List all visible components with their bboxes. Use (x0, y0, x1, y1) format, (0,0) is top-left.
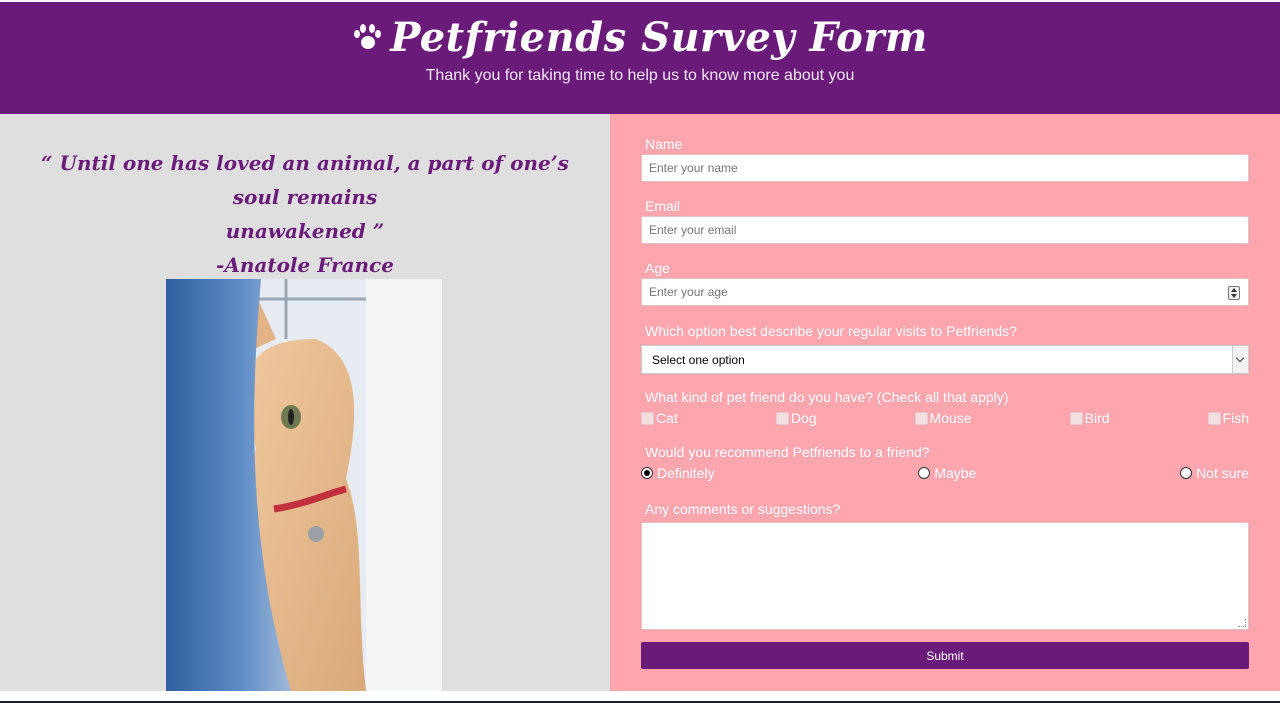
age-label: Age (645, 260, 670, 276)
name-label: Name (645, 136, 683, 152)
cat-photo (166, 279, 442, 691)
radio-button[interactable] (1180, 467, 1193, 479)
pets-label: What kind of pet friend do you have? (Ch… (645, 389, 1009, 405)
page-title: Petfriends Survey Form (390, 14, 928, 61)
checkbox[interactable] (1207, 411, 1221, 425)
checkbox[interactable] (775, 411, 789, 425)
recommend-option-not-sure[interactable]: Not sure (1180, 465, 1249, 481)
bottom-edge (0, 691, 1280, 703)
pet-option-fish[interactable]: Fish (1207, 410, 1249, 426)
age-stepper[interactable] (1228, 286, 1240, 300)
chevron-down-icon[interactable] (1232, 346, 1248, 373)
checkbox[interactable] (1069, 411, 1083, 425)
quote-author: -Anatole France (216, 253, 394, 277)
radio-button[interactable] (918, 467, 931, 479)
visits-select[interactable]: Select one option (641, 345, 1249, 374)
recommend-option-maybe[interactable]: Maybe (918, 465, 976, 481)
submit-button[interactable]: Submit (641, 642, 1249, 669)
pets-checkbox-group: Cat Dog Mouse Bird Fish (641, 407, 1249, 429)
checkbox[interactable] (641, 411, 654, 425)
recommend-radio-group: Definitely Maybe Not sure (641, 462, 1249, 484)
quote: “ Until one has loved an animal, a part … (0, 114, 610, 282)
resize-handle[interactable] (1238, 619, 1246, 627)
comments-label: Any comments or suggestions? (645, 501, 841, 517)
email-placeholder: Enter your email (649, 223, 737, 237)
pet-option-mouse[interactable]: Mouse (914, 410, 972, 426)
visits-label: Which option best describe your regular … (645, 323, 1017, 339)
page-header: Petfriends Survey Form Thank you for tak… (0, 2, 1280, 114)
email-input[interactable]: Enter your email (641, 216, 1249, 244)
checkbox[interactable] (914, 411, 928, 425)
recommend-label: Would you recommend Petfriends to a frie… (645, 444, 930, 460)
paw-icon (352, 23, 382, 53)
radio-button[interactable] (641, 467, 653, 479)
pet-option-bird[interactable]: Bird (1069, 410, 1110, 426)
pet-option-dog[interactable]: Dog (775, 410, 817, 426)
visits-selected-value: Select one option (652, 352, 745, 367)
quote-line-1: “ Until one has loved an animal, a part … (41, 151, 569, 209)
name-input[interactable]: Enter your name (641, 154, 1249, 182)
survey-form: Name Enter your name Email Enter your em… (610, 114, 1280, 691)
recommend-option-definitely[interactable]: Definitely (641, 465, 715, 481)
email-label: Email (645, 198, 681, 214)
pet-option-cat[interactable]: Cat (641, 410, 678, 426)
comments-textarea[interactable] (641, 522, 1249, 630)
quote-panel: “ Until one has loved an animal, a part … (0, 114, 610, 691)
age-input[interactable]: Enter your age (641, 278, 1249, 306)
age-placeholder: Enter your age (649, 285, 728, 299)
page-subtitle: Thank you for taking time to help us to … (425, 67, 855, 84)
quote-line-2: unawakened ” (225, 219, 385, 243)
name-placeholder: Enter your name (649, 161, 738, 175)
